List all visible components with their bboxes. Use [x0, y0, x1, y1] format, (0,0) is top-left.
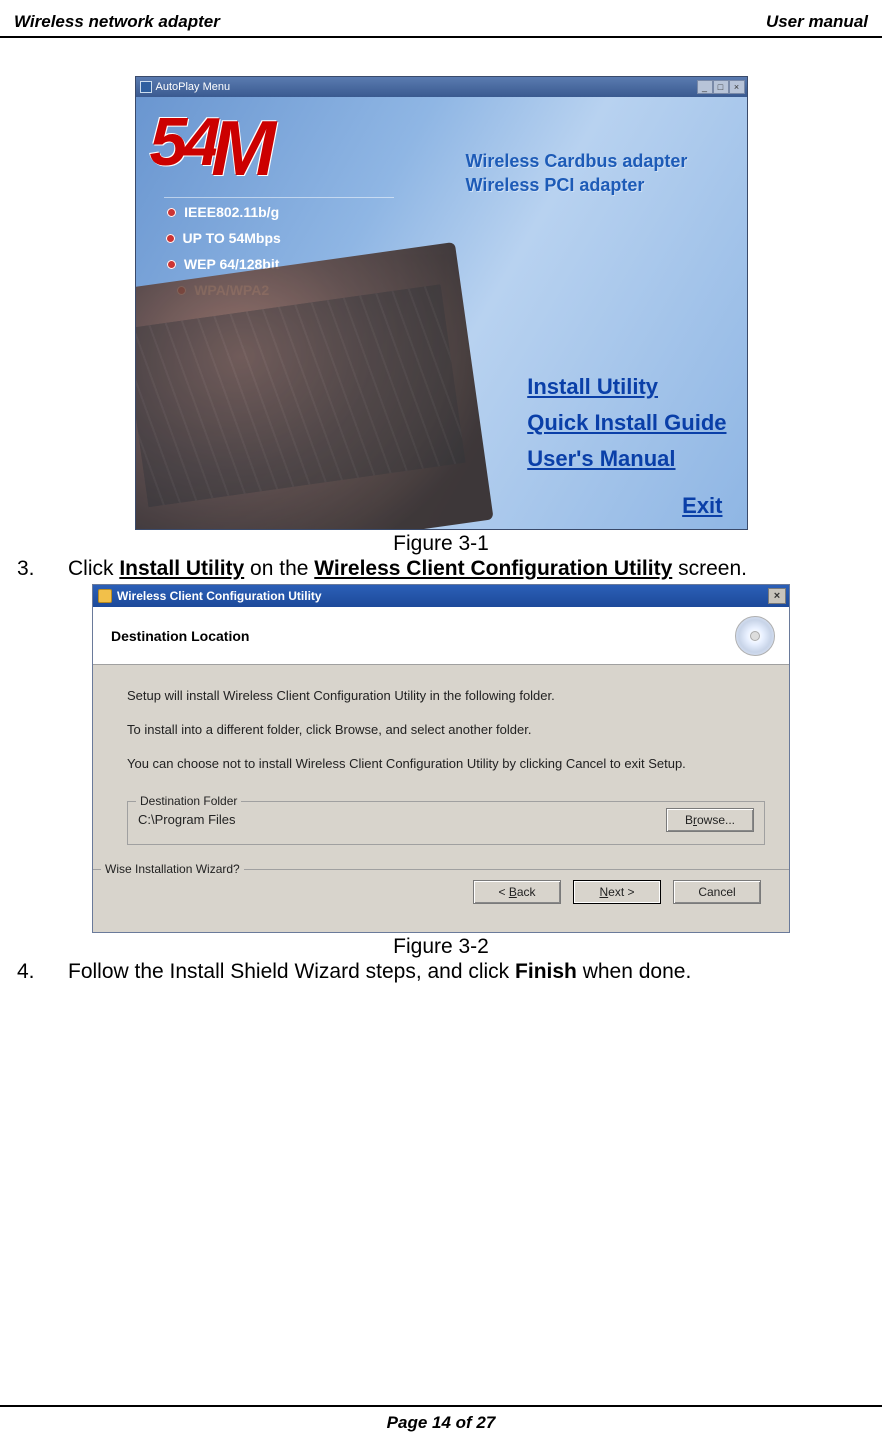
page-header: Wireless network adapter User manual — [0, 12, 882, 38]
wizard-header: Destination Location — [93, 607, 789, 665]
step-text: on the — [244, 557, 314, 580]
exit-link[interactable]: Exit — [682, 493, 722, 519]
autoplay-titlebar: AutoPlay Menu _ □ × — [136, 77, 747, 97]
step-bold: Finish — [515, 960, 577, 983]
header-right: User manual — [766, 12, 868, 32]
window-icon — [140, 81, 152, 93]
browse-button[interactable]: Browse... — [666, 808, 754, 832]
bullet-icon — [167, 208, 176, 217]
destination-path: C:\Program Files — [138, 811, 236, 829]
installer-icon — [98, 589, 112, 603]
autoplay-title: AutoPlay Menu — [156, 81, 231, 93]
wizard-separator: Wise Installation Wizard? < Back Next > … — [93, 869, 789, 926]
cancel-button[interactable]: Cancel — [673, 880, 761, 904]
subtitle-2: Wireless PCI adapter — [466, 175, 645, 196]
page-number: Page 14 of 27 — [387, 1413, 496, 1432]
step-number: 4. — [14, 959, 68, 985]
destination-folder-group: Destination Folder C:\Program Files Brow… — [127, 801, 765, 845]
step-bold: Wireless Client Configuration Utility — [314, 557, 672, 580]
wizard-window: Wireless Client Configuration Utility × … — [92, 584, 790, 933]
maximize-icon[interactable]: □ — [713, 80, 729, 94]
wizard-titlebar: Wireless Client Configuration Utility × — [93, 585, 789, 607]
spec-item: UP TO 54Mbps — [183, 230, 281, 246]
step-number: 3. — [14, 556, 68, 582]
step-text: Click — [68, 557, 119, 580]
figure-3-1-caption: Figure 3-1 — [14, 532, 868, 556]
subtitle-1: Wireless Cardbus adapter — [466, 151, 688, 172]
wise-legend: Wise Installation Wizard? — [101, 860, 244, 878]
quick-install-guide-link[interactable]: Quick Install Guide — [527, 405, 726, 441]
install-utility-link[interactable]: Install Utility — [527, 369, 726, 405]
wizard-body: Setup will install Wireless Client Confi… — [93, 665, 789, 932]
next-button[interactable]: Next > — [573, 880, 661, 904]
wizard-text: Setup will install Wireless Client Confi… — [127, 687, 765, 705]
close-icon[interactable]: × — [729, 80, 745, 94]
step-text: when done. — [577, 960, 691, 983]
figure-3-2-caption: Figure 3-2 — [14, 935, 868, 959]
autoplay-window: AutoPlay Menu _ □ × 54M Wireless Cardbus… — [135, 76, 748, 530]
wizard-text: You can choose not to install Wireless C… — [127, 755, 765, 773]
menu-links: Install Utility Quick Install Guide User… — [527, 369, 726, 477]
bullet-icon — [167, 260, 176, 269]
back-button[interactable]: < Back — [473, 880, 561, 904]
header-left: Wireless network adapter — [14, 12, 220, 32]
step-4: 4. Follow the Install Shield Wizard step… — [14, 959, 868, 985]
wizard-text: To install into a different folder, clic… — [127, 721, 765, 739]
wizard-heading: Destination Location — [111, 628, 249, 644]
bullet-icon — [166, 234, 175, 243]
step-3: 3. Click Install Utility on the Wireless… — [14, 556, 868, 582]
logo-54m: 54M — [150, 103, 273, 194]
cd-icon — [735, 616, 775, 656]
users-manual-link[interactable]: User's Manual — [527, 441, 726, 477]
step-text: Follow the Install Shield Wizard steps, … — [68, 960, 515, 983]
step-text: screen. — [672, 557, 747, 580]
minimize-icon[interactable]: _ — [697, 80, 713, 94]
group-legend: Destination Folder — [136, 792, 241, 810]
page-footer: Page 14 of 27 — [0, 1405, 882, 1433]
autoplay-body: 54M Wireless Cardbus adapter Wireless PC… — [136, 97, 747, 529]
divider — [164, 197, 394, 198]
spec-item: IEEE802.11b/g — [184, 204, 279, 220]
wizard-title: Wireless Client Configuration Utility — [117, 589, 322, 603]
keyboard-photo — [136, 242, 494, 529]
close-icon[interactable]: × — [768, 588, 786, 604]
step-bold: Install Utility — [119, 557, 244, 580]
